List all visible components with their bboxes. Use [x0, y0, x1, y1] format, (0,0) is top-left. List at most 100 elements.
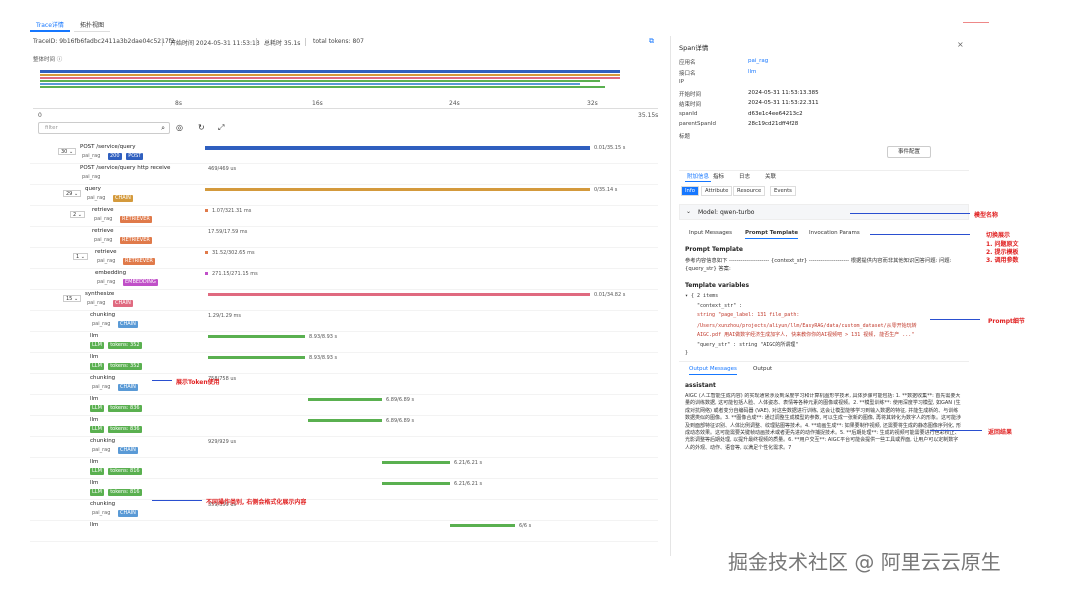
model-header[interactable]: ⌄ Model: qwen-turbo: [679, 204, 969, 220]
span-row[interactable]: chunking pai_rag CHAIN 758/758 us: [30, 374, 658, 395]
tab-info[interactable]: Events: [770, 186, 796, 196]
span-duration-bar: [308, 419, 382, 422]
attr-value: 2024-05-31 11:53:13.385: [748, 89, 819, 96]
span-row[interactable]: chunking pai_rag CHAIN 929/929 us: [30, 437, 658, 458]
span-row[interactable]: llm LLM tokens: 816 6.21/6.21 s: [30, 458, 658, 479]
child-count-toggle[interactable]: 29 ⌄: [63, 190, 82, 197]
tab-detail[interactable]: 指标: [711, 171, 726, 181]
span-name: llm: [90, 396, 99, 402]
span-row[interactable]: llm LLM tokens: 352 8.93/8.93 s: [30, 353, 658, 374]
tab-trace-detail[interactable]: Trace详情: [30, 18, 70, 32]
span-name: query: [85, 186, 101, 192]
span-row[interactable]: llm 6/6 s: [30, 521, 658, 542]
filter-input[interactable]: filter ⌕: [38, 122, 170, 134]
span-service: pai_rag: [97, 258, 116, 264]
span-tag: CHAIN: [113, 195, 133, 202]
span-tag: LLM: [90, 468, 104, 475]
span-row[interactable]: retrieve pai_rag RETRIEVER 17.59/17.59 ms: [30, 227, 658, 248]
span-tag: RETRIEVER: [123, 258, 155, 265]
child-count-toggle[interactable]: 1 ⌄: [73, 253, 88, 260]
span-service: pai_rag: [82, 174, 101, 180]
span-duration-bar: [205, 251, 208, 254]
span-service: pai_rag: [82, 153, 101, 159]
span-row[interactable]: POST /service/query http receive pai_rag 4…: [30, 164, 658, 185]
tab-detail[interactable]: 附加信息: [685, 171, 712, 182]
prompt-template-title: Prompt Template: [685, 246, 743, 253]
tab-info[interactable]: Info: [681, 186, 700, 196]
external-link-icon[interactable]: ⧉: [649, 37, 654, 46]
span-row[interactable]: llm LLM tokens: 352 8.93/8.93 s: [30, 332, 658, 353]
span-row[interactable]: embedding pai_rag EMBEDDING 271.15/271.15 m…: [30, 269, 658, 290]
span-service: pai_rag: [92, 321, 111, 327]
total-tokens: total tokens: 807: [313, 38, 364, 45]
span-tag: RETRIEVER: [120, 216, 152, 223]
span-duration: 0.01/34.82 s: [594, 292, 626, 298]
span-duration-bar: [382, 482, 450, 485]
span-duration-bar: [208, 356, 305, 359]
annotation-arrow: [850, 213, 970, 214]
tab-message[interactable]: Prompt Template: [745, 230, 799, 239]
span-duration: 6.21/6.21 s: [454, 481, 483, 487]
span-name: llm: [90, 480, 99, 486]
span-duration-bar: [205, 272, 208, 275]
span-row[interactable]: chunking pai_rag CHAIN 1.29/1.29 ms: [30, 311, 658, 332]
close-icon[interactable]: ×: [957, 40, 964, 49]
span-row[interactable]: chunking pai_rag CHAIN 359/359 us: [30, 500, 658, 521]
attr-value: pai_rag: [748, 58, 769, 64]
attr-key: IP: [679, 79, 684, 85]
child-count-toggle[interactable]: 2 ⌄: [70, 211, 85, 218]
divider: [256, 38, 257, 46]
template-variable-line: ▾ { 2 items: [685, 293, 719, 299]
span-row[interactable]: llm LLM tokens: 836 6.89/6.89 s: [30, 395, 658, 416]
template-variable-line: string "page_label: 131 file_path:: [697, 312, 800, 318]
span-row[interactable]: 30 ⌄ POST /service/query pai_rag 200 POST 0.0…: [30, 143, 658, 164]
ruler-tick: 35.15s: [638, 112, 659, 119]
tab-message[interactable]: Input Messages: [689, 230, 732, 238]
refresh-icon[interactable]: ↻: [198, 123, 205, 132]
span-duration-bar: [205, 146, 590, 150]
tab-output[interactable]: Output: [753, 366, 772, 374]
span-row[interactable]: llm LLM tokens: 816 6.21/6.21 s: [30, 479, 658, 500]
span-tag: tokens: 352: [108, 363, 142, 370]
decor-line: [963, 22, 989, 23]
span-tag: LLM: [90, 489, 104, 496]
tab-detail[interactable]: 日志: [737, 171, 752, 181]
watermark: 掘金技术社区 @ 阿里云云原生: [728, 550, 1001, 574]
span-name: chunking: [90, 501, 116, 507]
tab-info[interactable]: Attribute: [701, 186, 733, 196]
target-icon[interactable]: ◎: [176, 123, 183, 132]
tab-info[interactable]: Resource: [733, 186, 766, 196]
tab-output[interactable]: Output Messages: [689, 366, 737, 375]
span-row[interactable]: 2 ⌄ retrieve pai_rag RETRIEVER 1.07/321.31 m…: [30, 206, 658, 227]
event-config-button[interactable]: 事件配置: [887, 146, 931, 158]
span-row[interactable]: 15 ⌄ synthesize pai_rag CHAIN 0.01/34.82 s: [30, 290, 658, 311]
child-count-toggle[interactable]: 15 ⌄: [63, 295, 82, 302]
template-variable-line: "query_str" : string "AIGC的所谓理": [697, 341, 799, 348]
tab-topology[interactable]: 拓扑视图: [74, 18, 111, 32]
span-duration: 6.89/6.89 s: [386, 397, 415, 403]
span-row[interactable]: 1 ⌄ retrieve pai_rag RETRIEVER 31.52/302.65 …: [30, 248, 658, 269]
span-duration: 469/469 us: [208, 166, 237, 172]
tab-detail[interactable]: 关联: [763, 171, 778, 181]
expand-icon[interactable]: ⤢: [218, 123, 224, 133]
span-name: embedding: [95, 270, 127, 276]
span-duration: 0/35.14 s: [594, 187, 618, 193]
span-row[interactable]: 29 ⌄ query pai_rag CHAIN 0/35.14 s: [30, 185, 658, 206]
span-tag: CHAIN: [113, 300, 133, 307]
template-variable-line: /Users/xunzhou/projects/aliyun/llm/EasyR…: [697, 322, 917, 329]
tab-message[interactable]: Invocation Params: [809, 230, 860, 238]
span-service: pai_rag: [94, 237, 113, 243]
span-tag: tokens: 836: [108, 405, 142, 412]
child-count-toggle[interactable]: 30 ⌄: [58, 148, 77, 155]
span-service: pai_rag: [94, 216, 113, 222]
attr-key: 应用名: [679, 60, 696, 66]
template-variables-title: Template variables: [685, 282, 750, 289]
span-duration-bar: [308, 398, 382, 401]
span-duration-bar: [450, 524, 515, 527]
span-name: retrieve: [92, 207, 114, 213]
span-row[interactable]: llm LLM tokens: 836 6.89/6.89 s: [30, 416, 658, 437]
span-duration: 6.21/6.21 s: [454, 460, 483, 466]
output-text: AIGC (人工智能生成内容) 的实现通常涉及到深度学习和计算机图形学技术, 具…: [685, 393, 961, 451]
search-icon[interactable]: ⌕: [161, 124, 165, 133]
span-duration: 6/6 s: [519, 523, 532, 529]
